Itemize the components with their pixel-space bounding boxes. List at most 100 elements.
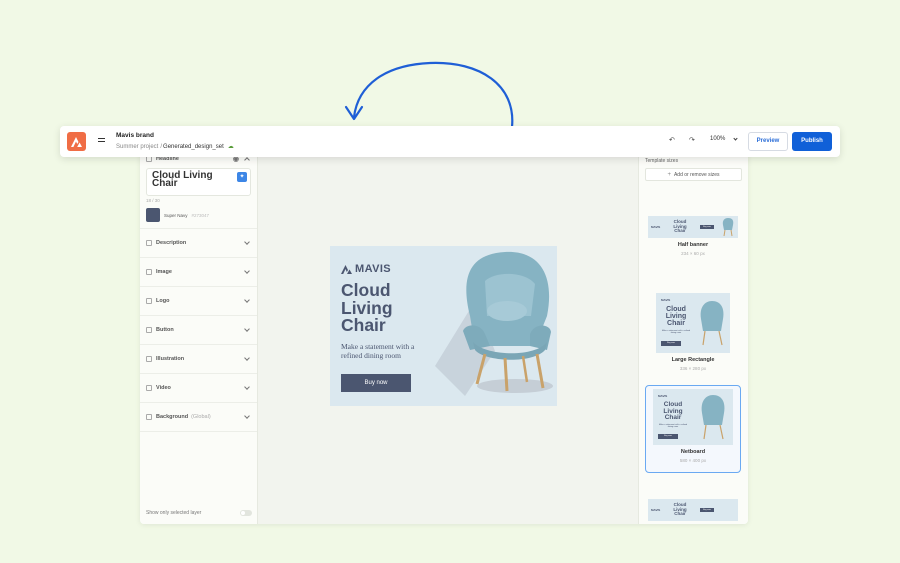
redo-icon[interactable]: ↷ xyxy=(689,136,695,144)
char-count: 18 / 30 xyxy=(146,198,160,203)
partial-thumbnail: MAVIS Cloud Living Chair Buy now xyxy=(648,499,738,521)
section-label: Background xyxy=(156,414,189,420)
section-image[interactable]: Image xyxy=(140,258,257,287)
template-large-rectangle[interactable]: MAVIS Cloud Living Chair Make a statemen… xyxy=(645,290,741,376)
button-icon xyxy=(146,327,152,333)
design-canvas[interactable]: MAVIS Cloud Living Chair Make a statemen… xyxy=(258,150,638,524)
section-label: Logo xyxy=(156,298,170,304)
color-name: Super Navy xyxy=(164,212,188,218)
brand-name: Mavis brand xyxy=(116,132,154,139)
add-remove-sizes-button[interactable]: + Add or remove sizes xyxy=(645,168,742,181)
banner-logo-text: MAVIS xyxy=(355,263,392,275)
headline-value: Cloud Living Chair xyxy=(152,170,213,189)
banner-title: Cloud Living Chair xyxy=(341,280,393,335)
chair-image xyxy=(435,251,553,396)
mini-description: Make a statement with a refined dining r… xyxy=(661,330,691,334)
chevron-down-icon xyxy=(244,326,250,332)
image-icon xyxy=(146,269,152,275)
mini-button: Buy now xyxy=(700,508,714,512)
app-logo-icon xyxy=(71,136,82,147)
chevron-down-icon[interactable] xyxy=(733,136,738,141)
section-extra: (Global) xyxy=(191,414,211,420)
section-description[interactable]: Description xyxy=(140,229,257,258)
banner-description: Make a statement with a refined dining r… xyxy=(341,342,415,360)
text-icon xyxy=(146,240,152,246)
chevron-down-icon xyxy=(244,413,250,419)
banner-preview[interactable]: MAVIS Cloud Living Chair Make a statemen… xyxy=(330,246,557,406)
chevron-down-icon xyxy=(244,355,250,361)
template-name: Netboard xyxy=(680,449,706,455)
color-hex: #273047 xyxy=(191,212,210,218)
toggle-label: Show only selected layer xyxy=(146,510,202,516)
illustration-icon xyxy=(146,356,152,362)
section-label: Illustration xyxy=(156,356,185,362)
banner-logo: MAVIS xyxy=(341,263,391,275)
section-button[interactable]: Button xyxy=(140,316,257,345)
section-background[interactable]: Background (Global) xyxy=(140,403,257,432)
background-icon xyxy=(146,414,152,420)
color-swatch[interactable] xyxy=(146,208,160,222)
section-video[interactable]: Video xyxy=(140,374,257,403)
mini-logo: MAVIS xyxy=(661,298,671,302)
template-half-banner[interactable]: MAVIS Cloud Living Chair Buy now Half ba… xyxy=(645,198,741,282)
template-size: 234 × 60 px xyxy=(681,251,705,256)
mini-button: Buy now xyxy=(700,225,714,229)
zoom-level[interactable]: 100% xyxy=(710,136,725,142)
breadcrumb-separator: / xyxy=(160,143,163,150)
mini-title: Cloud Living Chair xyxy=(665,306,687,327)
section-label: Image xyxy=(156,269,172,275)
headline-input[interactable]: Cloud Living Chair ✦ xyxy=(146,168,251,196)
show-selected-toggle[interactable] xyxy=(240,510,252,516)
mavis-logo-icon xyxy=(341,264,352,274)
breadcrumb: Summer project / Generated_design_set ☁ xyxy=(116,143,234,151)
section-label: Button xyxy=(156,327,174,333)
mini-button: Buy now xyxy=(658,434,678,439)
template-sizes-panel: Template sizes + Add or remove sizes MAV… xyxy=(638,150,748,524)
show-selected-layer-row: Show only selected layer xyxy=(140,502,258,524)
cloud-saved-icon: ☁ xyxy=(227,144,234,150)
mini-button: Buy now xyxy=(661,341,681,346)
chevron-up-icon[interactable] xyxy=(244,157,250,163)
section-illustration[interactable]: Illustration xyxy=(140,345,257,374)
template-name: Half banner xyxy=(677,242,709,248)
mini-title: Cloud Living Chair xyxy=(673,219,687,233)
template-netboard[interactable]: MAVIS Cloud Living Chair Make a statemen… xyxy=(645,385,741,473)
publish-button[interactable]: Publish xyxy=(792,132,832,151)
netboard-thumbnail: MAVIS Cloud Living Chair Make a statemen… xyxy=(653,389,733,445)
mini-chair-image xyxy=(701,395,725,440)
chevron-down-icon xyxy=(244,239,250,245)
mini-logo: MAVIS xyxy=(658,394,668,398)
editor-window: Headline ◉ Cloud Living Chair ✦ 18 / 30 … xyxy=(140,150,748,524)
mini-logo: MAVIS xyxy=(651,225,661,229)
template-partial[interactable]: MAVIS Cloud Living Chair Buy now xyxy=(645,495,741,524)
breadcrumb-project[interactable]: Summer project xyxy=(116,144,158,150)
section-label: Description xyxy=(156,240,187,246)
menu-icon[interactable] xyxy=(98,138,105,144)
banner-buy-button: Buy now xyxy=(341,374,411,392)
chevron-down-icon xyxy=(244,268,250,274)
breadcrumb-file[interactable]: Generated_design_set xyxy=(163,144,224,150)
chevron-down-icon xyxy=(244,297,250,303)
ai-generate-button[interactable]: ✦ xyxy=(237,172,247,182)
mini-description: Make a statement with a refined dining r… xyxy=(658,424,688,428)
template-size: 336 × 280 px xyxy=(679,366,707,371)
mini-title: Cloud Living Chair xyxy=(663,401,683,421)
color-row[interactable]: Super Navy #273047 xyxy=(140,205,257,229)
section-logo[interactable]: Logo xyxy=(140,287,257,316)
app-logo[interactable] xyxy=(67,132,86,151)
section-label: Video xyxy=(156,385,171,391)
large-rectangle-thumbnail: MAVIS Cloud Living Chair Make a statemen… xyxy=(656,293,730,353)
plus-icon: + xyxy=(667,171,671,178)
chevron-down-icon xyxy=(244,384,250,390)
logo-icon xyxy=(146,298,152,304)
preview-button[interactable]: Preview xyxy=(748,132,788,151)
undo-icon[interactable]: ↶ xyxy=(669,136,675,144)
mini-chair-image xyxy=(700,301,724,346)
curved-arrow-icon xyxy=(344,61,514,129)
mini-title: Cloud Living Chair xyxy=(673,502,687,516)
layers-panel: Headline ◉ Cloud Living Chair ✦ 18 / 30 … xyxy=(140,150,258,524)
template-name: Large Rectangle xyxy=(671,357,715,363)
half-banner-thumbnail: MAVIS Cloud Living Chair Buy now xyxy=(648,216,738,238)
mini-logo: MAVIS xyxy=(651,508,661,512)
add-remove-label: Add or remove sizes xyxy=(673,171,720,178)
